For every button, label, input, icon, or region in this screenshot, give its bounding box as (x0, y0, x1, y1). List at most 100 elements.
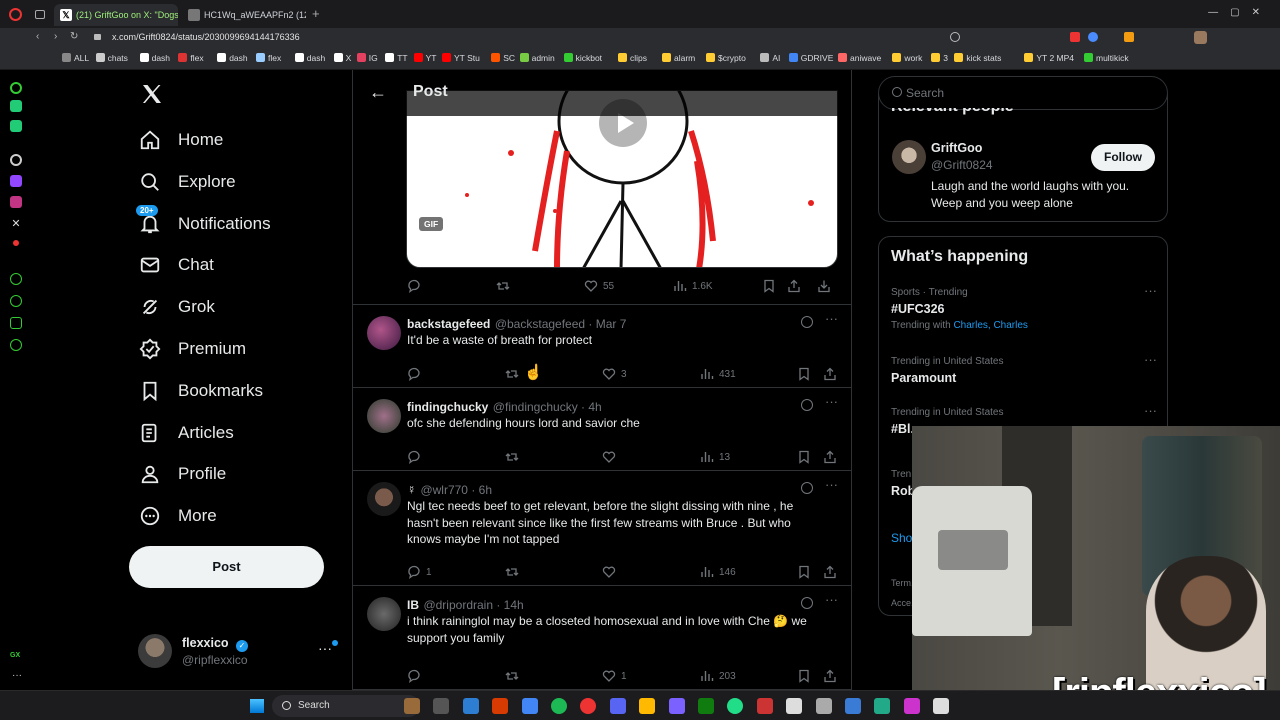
chrome-icon[interactable] (521, 698, 538, 714)
repost-action[interactable] (505, 669, 519, 683)
bookmark-action[interactable] (797, 565, 811, 579)
more-dots-icon[interactable]: ··· (825, 477, 838, 492)
bookmark-item[interactable]: AI (760, 53, 780, 63)
app-icon[interactable] (756, 698, 773, 714)
more-dots-icon[interactable]: ··· (318, 640, 332, 656)
grok-analyze-icon[interactable] (801, 597, 813, 609)
extension-icon[interactable] (1124, 32, 1134, 42)
bookmark-item[interactable]: GDRIVE (788, 53, 833, 63)
relevant-handle[interactable]: @Grift0824 (931, 158, 993, 172)
repost-action[interactable] (505, 367, 519, 381)
reply-post[interactable]: findingchucky @findingchucky · 4h ··· ofc … (353, 388, 851, 471)
views-action[interactable]: 13 (700, 450, 730, 464)
tab-active[interactable]: 𝕏 (21) GriftGoo on X: "Dogs... (54, 4, 178, 26)
like-action[interactable] (602, 450, 621, 464)
bookmark-item[interactable]: kick stats (954, 53, 1001, 63)
nav-item-profile[interactable]: Profile (138, 454, 226, 494)
more-dots-icon[interactable]: ··· (825, 394, 838, 409)
share-action[interactable] (823, 669, 837, 683)
sidebar-app-icon[interactable] (13, 240, 19, 246)
nav-item-premium[interactable]: Premium (138, 329, 246, 369)
app-icon[interactable] (933, 698, 950, 714)
views-action[interactable]: 1.6K (673, 279, 713, 293)
bookmark-item[interactable]: dash (217, 53, 248, 63)
like-action[interactable]: 3 (602, 367, 627, 381)
reply-post[interactable]: ☿ @wlr770 · 6h ··· Ngl tec needs beef to g… (353, 471, 851, 586)
paint-icon[interactable] (492, 698, 509, 714)
task-view-icon[interactable] (433, 698, 450, 714)
reply-action[interactable]: 1 (407, 565, 432, 579)
bookmark-item[interactable]: YT 2 MP4 (1024, 53, 1074, 63)
bookmark-item[interactable]: YT (413, 53, 436, 63)
reply-author-handle[interactable]: @dripordrain (423, 598, 493, 612)
repost-action[interactable] (505, 565, 519, 579)
minimize-button[interactable]: — (1208, 7, 1230, 18)
more-dots-icon[interactable]: ··· (825, 592, 838, 607)
views-action[interactable]: 146 (700, 565, 736, 579)
avatar[interactable] (367, 316, 401, 350)
reply-author-handle[interactable]: @backstagefeed (495, 317, 585, 331)
app-icon[interactable] (786, 698, 803, 714)
reply-action[interactable] (407, 669, 426, 683)
reply-time[interactable]: Mar 7 (596, 317, 627, 331)
forward-icon[interactable]: › (54, 31, 57, 42)
obs-icon[interactable] (462, 698, 479, 714)
share-action[interactable] (787, 279, 801, 293)
reply-author-name[interactable]: backstagefeed (407, 317, 490, 331)
bookmark-item[interactable]: clips (618, 53, 647, 63)
bookmark-item[interactable]: flex (178, 53, 204, 63)
share-action[interactable] (823, 450, 837, 464)
bookmark-item[interactable]: 3 (931, 53, 948, 63)
spotify-icon[interactable] (551, 698, 567, 714)
bookmark-item[interactable]: work (892, 53, 922, 63)
bookmark-item[interactable]: admin (519, 53, 555, 63)
nav-item-grok[interactable]: Grok (138, 287, 215, 327)
nav-item-chat[interactable]: Chat (138, 245, 214, 285)
new-tab-button[interactable]: + (312, 6, 320, 21)
reply-author-handle[interactable]: @wlr770 (420, 483, 468, 497)
more-dots-icon[interactable]: ··· (1144, 403, 1157, 418)
trend-item[interactable]: Sports · Trending #UFC326 Trending with Ch… (891, 283, 1157, 337)
app-icon[interactable] (845, 698, 861, 714)
clock-icon[interactable] (10, 273, 22, 285)
reply-time[interactable]: 14h (504, 598, 524, 612)
relevant-name[interactable]: GriftGoo (931, 141, 982, 155)
close-window-button[interactable]: ✕ (1252, 7, 1272, 18)
reply-time[interactable]: 4h (588, 400, 601, 414)
app-icon[interactable] (727, 698, 744, 714)
bookmark-item[interactable]: flex (256, 53, 281, 63)
more-dots-icon[interactable]: ··· (1144, 283, 1157, 298)
post-button[interactable]: Post (129, 546, 324, 588)
x-logo-icon[interactable] (140, 82, 164, 106)
nav-item-more[interactable]: More (138, 496, 217, 536)
reply-post[interactable]: IB @dripordrain · 14h ··· i think rainingl… (353, 586, 851, 690)
gx-label[interactable]: GX (10, 652, 20, 659)
nav-item-articles[interactable]: Articles (138, 413, 234, 453)
reply-author-name[interactable]: findingchucky (407, 400, 488, 414)
avatar[interactable] (892, 140, 926, 174)
like-action[interactable]: 55 (584, 279, 614, 293)
reload-icon[interactable]: ↻ (70, 31, 78, 42)
nav-item-bookmarks[interactable]: Bookmarks (138, 371, 263, 411)
grok-analyze-icon[interactable] (801, 399, 813, 411)
maximize-button[interactable]: ▢ (1230, 7, 1251, 18)
bookmark-item[interactable]: IG (356, 53, 378, 63)
opera-icon[interactable] (580, 698, 597, 714)
bookmark-item[interactable]: dash (294, 53, 325, 63)
more-dots-icon[interactable]: ··· (1144, 352, 1157, 367)
bookmark-action[interactable] (797, 367, 811, 381)
xbox-icon[interactable] (698, 698, 714, 714)
tab-menu-icon[interactable] (35, 10, 45, 19)
repost-action[interactable] (496, 279, 510, 293)
bookmark-item[interactable]: dash (139, 53, 170, 63)
reply-action[interactable] (407, 279, 421, 293)
tab-image[interactable]: HC1Wq_aWEAAPFn2 (1200... (182, 4, 306, 26)
bookmark-item[interactable]: $crypto (706, 53, 746, 63)
avatar[interactable] (367, 399, 401, 433)
sidebar-app-icon[interactable] (10, 154, 22, 166)
nav-item-home[interactable]: Home (138, 120, 223, 160)
back-icon[interactable]: ‹ (36, 31, 39, 42)
widgets-icon[interactable] (404, 698, 420, 714)
share-action[interactable] (823, 565, 837, 579)
instagram-icon[interactable] (10, 196, 22, 208)
